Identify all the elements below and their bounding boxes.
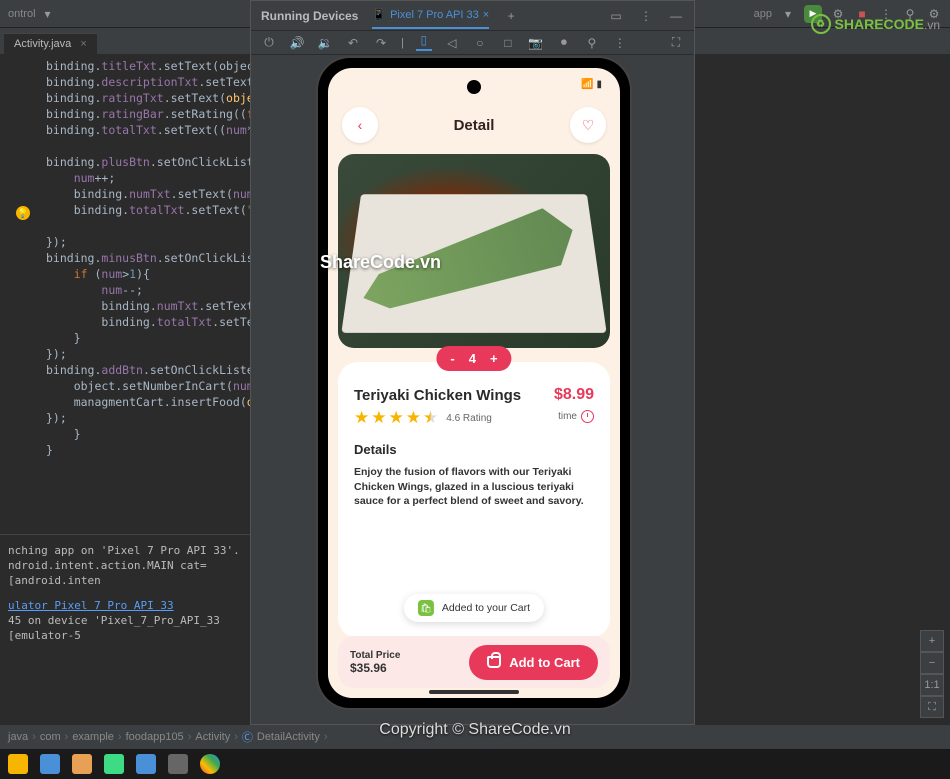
zoom-in-button[interactable]: + <box>920 630 944 652</box>
taskbar-app-icon[interactable] <box>40 754 60 774</box>
description-text: Enjoy the fusion of flavors with our Ter… <box>354 465 594 509</box>
taskbar-app-icon[interactable] <box>72 754 92 774</box>
emulator: 📶 ▮ ‹ Detail ♡ - 4 + Teriyaki Chicken Wi… <box>318 58 630 708</box>
favorite-button[interactable]: ♡ <box>570 107 606 143</box>
bulb-icon[interactable]: 💡 <box>16 206 30 220</box>
rating-stars: ★ ★ ★ ★ ★ 4.6 Rating <box>354 408 492 428</box>
rd-header: Running Devices 📱 Pixel 7 Pro API 33 × +… <box>251 1 694 31</box>
star-icon: ★ <box>371 408 386 428</box>
cart-icon: 🛍 <box>418 600 434 616</box>
rd-title: Running Devices <box>261 9 358 23</box>
food-image <box>338 154 610 348</box>
window-icon[interactable]: ▭ <box>608 8 624 24</box>
rd-toolbar: ⏻ 🔊 🔉 ↶ ↷ | ▯ ◁ ○ □ 📷 ⏺ ⚲ ⋮ ⛶ <box>251 31 694 55</box>
watermark-center: ShareCode.vn <box>320 252 441 273</box>
minus-button[interactable]: - <box>450 351 454 366</box>
rating-text: 4.6 Rating <box>446 413 492 424</box>
time-label: time <box>558 410 594 423</box>
breadcrumb-item[interactable]: DetailActivity <box>257 731 320 743</box>
zoom-controls: + − 1:1 ⛶ <box>920 630 944 718</box>
phone-screen[interactable]: 📶 ▮ ‹ Detail ♡ - 4 + Teriyaki Chicken Wi… <box>328 68 620 698</box>
chevron-down-icon[interactable]: ▾ <box>40 6 56 22</box>
page-title: Detail <box>454 117 495 134</box>
quantity-value: 4 <box>469 351 476 366</box>
status-icons: 📶 ▮ <box>581 79 602 90</box>
layout-icon[interactable]: ▯ <box>416 35 432 51</box>
zoom-out-button[interactable]: − <box>920 652 944 674</box>
nav-handle[interactable] <box>429 690 519 694</box>
add-to-cart-button[interactable]: Add to Cart <box>469 645 598 680</box>
taskbar-app-icon[interactable] <box>168 754 188 774</box>
more-icon[interactable]: ⋮ <box>612 35 628 51</box>
zoom-fit-button[interactable]: 1:1 <box>920 674 944 696</box>
star-icon: ★ <box>389 408 404 428</box>
control-label: ontrol <box>8 8 36 20</box>
console-link[interactable]: ulator Pixel 7 Pro API 33 <box>8 598 242 613</box>
camera-notch <box>467 80 481 94</box>
console-line: ndroid.intent.action.MAIN cat=[android.i… <box>8 558 242 588</box>
breadcrumb-item[interactable]: example <box>72 731 114 743</box>
taskbar-app-icon[interactable] <box>104 754 124 774</box>
toast-message: 🛍 Added to your Cart <box>404 594 544 622</box>
clock-icon <box>581 410 594 423</box>
food-price: $8.99 <box>554 386 594 404</box>
quantity-stepper: - 4 + <box>436 346 511 371</box>
record-icon[interactable]: ⏺ <box>556 35 572 51</box>
star-icon: ★ <box>406 408 421 428</box>
expand-icon[interactable]: ⛶ <box>668 35 684 51</box>
phone-frame: 📶 ▮ ‹ Detail ♡ - 4 + Teriyaki Chicken Wi… <box>318 58 630 708</box>
plus-button[interactable]: + <box>490 351 498 366</box>
rd-device-tab[interactable]: 📱 Pixel 7 Pro API 33 × <box>372 8 489 29</box>
rotate-right-icon[interactable]: ↷ <box>373 35 389 51</box>
chevron-down-icon[interactable]: ▾ <box>780 6 796 22</box>
close-icon[interactable]: × <box>80 38 86 50</box>
breadcrumb-item[interactable]: com <box>40 731 61 743</box>
food-name: Teriyaki Chicken Wings <box>354 387 521 404</box>
taskbar-app-icon[interactable] <box>8 754 28 774</box>
watermark-copyright: Copyright © ShareCode.vn <box>379 721 570 739</box>
rotate-left-icon[interactable]: ↶ <box>345 35 361 51</box>
zoom-full-button[interactable]: ⛶ <box>920 696 944 718</box>
volume-down-icon[interactable]: 🔉 <box>317 35 333 51</box>
more-icon[interactable]: ⋮ <box>638 8 654 24</box>
star-half-icon: ★ <box>423 408 438 428</box>
bag-icon <box>487 656 501 668</box>
breadcrumb-item[interactable]: java <box>8 731 28 743</box>
screenshot-icon[interactable]: 📷 <box>528 35 544 51</box>
editor-tab-label: Activity.java <box>14 38 71 50</box>
breadcrumb-item[interactable]: Activity <box>195 731 230 743</box>
editor-tab[interactable]: Activity.java × <box>4 33 97 54</box>
bottom-bar: Total Price $35.96 Add to Cart <box>338 636 610 688</box>
back-button[interactable]: ‹ <box>342 107 378 143</box>
console-line: nching app on 'Pixel 7 Pro API 33'. <box>8 543 242 558</box>
location-icon[interactable]: ⚲ <box>584 35 600 51</box>
star-icon: ★ <box>354 408 369 428</box>
back-icon[interactable]: ◁ <box>444 35 460 51</box>
add-device-icon[interactable]: + <box>503 8 519 24</box>
toast-text: Added to your Cart <box>442 602 530 614</box>
details-heading: Details <box>354 442 594 457</box>
app-header: ‹ Detail ♡ <box>328 100 620 150</box>
volume-up-icon[interactable]: 🔊 <box>289 35 305 51</box>
os-taskbar <box>0 749 950 779</box>
power-icon[interactable]: ⏻ <box>261 35 277 51</box>
run-console[interactable]: nching app on 'Pixel 7 Pro API 33'. ndro… <box>0 534 250 734</box>
breadcrumb-item[interactable]: foodapp105 <box>126 731 184 743</box>
home-icon[interactable]: ○ <box>472 35 488 51</box>
overview-icon[interactable]: □ <box>500 35 516 51</box>
watermark-logo: ♻ SHARECODE.vn <box>811 14 940 34</box>
console-line: 45 on device 'Pixel_7_Pro_API_33 [emulat… <box>8 613 242 643</box>
app-config-label[interactable]: app <box>754 8 772 20</box>
editor-gutter: 💡 <box>0 54 46 534</box>
total-price: Total Price $35.96 <box>350 650 400 675</box>
minimize-icon[interactable]: — <box>668 8 684 24</box>
taskbar-chrome-icon[interactable] <box>200 754 220 774</box>
taskbar-app-icon[interactable] <box>136 754 156 774</box>
